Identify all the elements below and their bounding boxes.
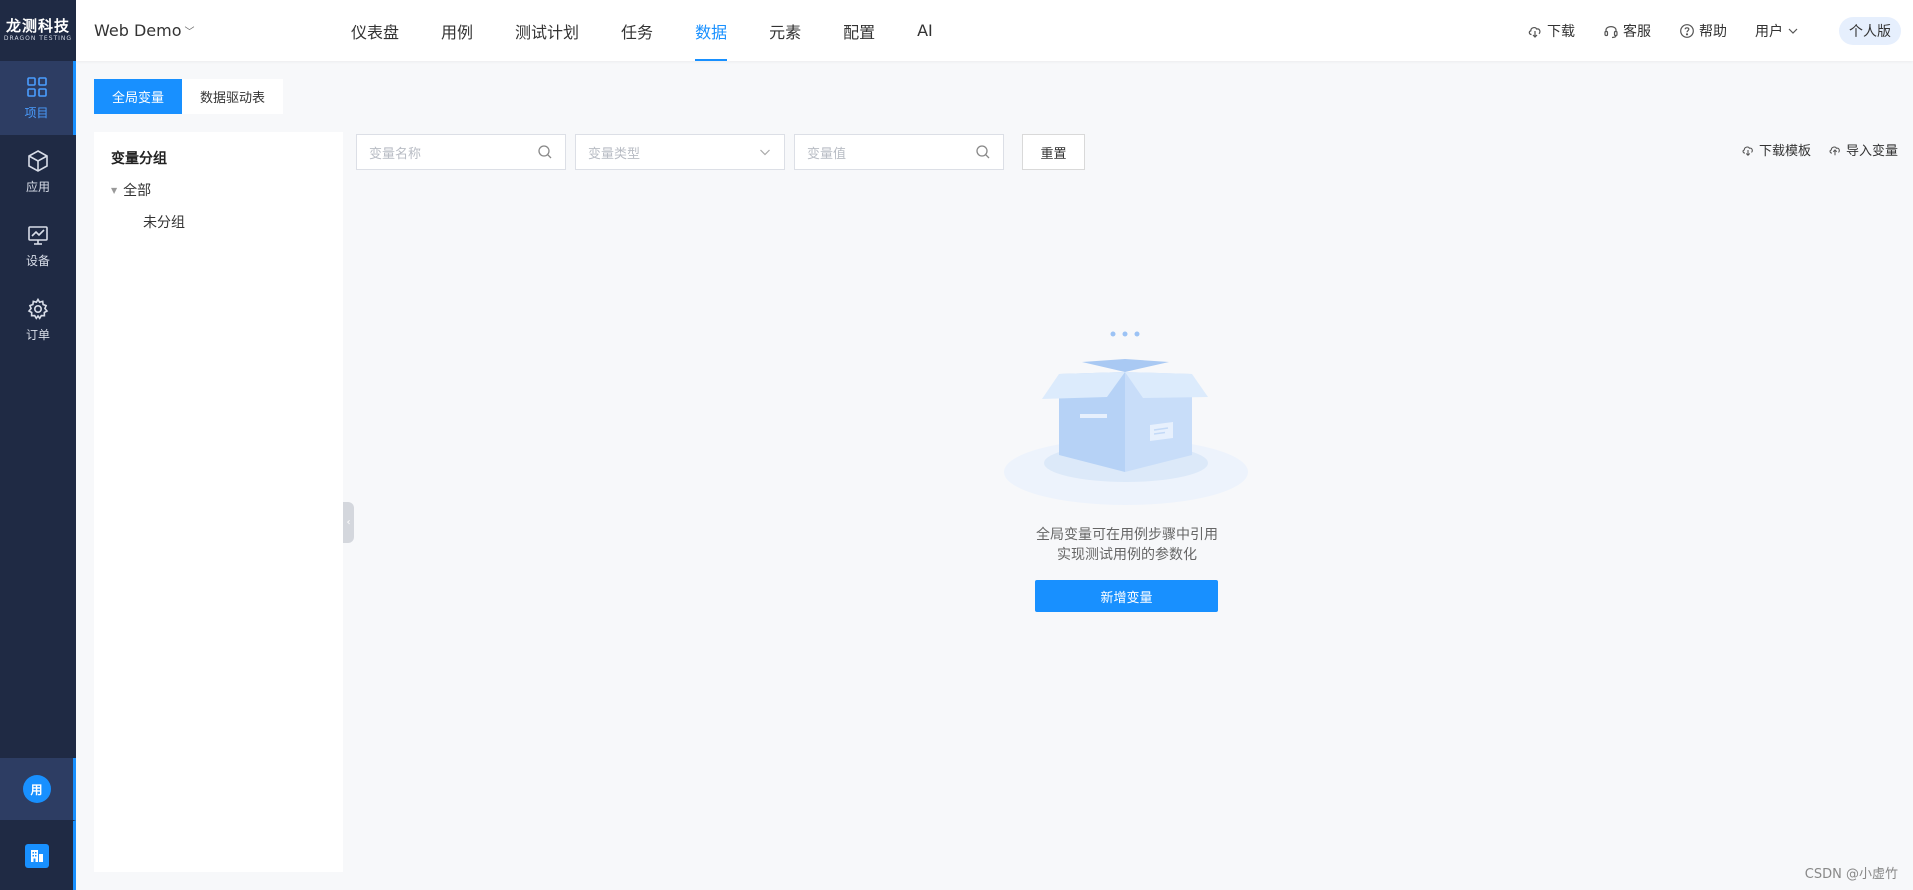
user-menu[interactable]: 用户 (1755, 21, 1803, 41)
empty-line-2: 实现测试用例的参数化 (1057, 547, 1197, 563)
cloud-download-icon (1742, 146, 1753, 156)
building-icon (24, 843, 49, 868)
watermark: CSDN @小虚竹 (1804, 867, 1898, 882)
project-selector[interactable]: Web Demo ﹀ (94, 0, 195, 61)
download-label: 下载 (1547, 23, 1575, 40)
service-button[interactable]: 客服 (1603, 21, 1651, 41)
monitor-icon (28, 226, 48, 245)
empty-description: 全局变量可在用例步骤中引用 实现测试用例的参数化 (1000, 525, 1254, 565)
empty-line-1: 全局变量可在用例步骤中引用 (1036, 527, 1218, 543)
nav-data[interactable]: 数据 (674, 0, 748, 61)
tree-node-ungrouped[interactable]: 未分组 (143, 212, 185, 232)
gear-icon (27, 297, 49, 320)
tab-data-driven-table[interactable]: 数据驱动表 (182, 79, 284, 114)
header-tools: 下载 客服 帮助 用户 个人版 (1499, 0, 1901, 61)
question-circle-icon (1680, 23, 1694, 38)
tree-node-all[interactable]: ▼ 全部 (111, 180, 151, 200)
chevron-down-icon (760, 149, 770, 156)
help-button[interactable]: 帮助 (1679, 21, 1727, 41)
service-label: 客服 (1623, 23, 1651, 40)
cube-icon (28, 150, 48, 172)
group-panel-title: 变量分组 (111, 151, 167, 167)
cloud-upload-icon (1829, 146, 1840, 155)
headset-icon (1604, 25, 1618, 38)
user-label: 用户 (1755, 23, 1783, 40)
nav-test-plan[interactable]: 测试计划 (494, 0, 600, 61)
nav-ai[interactable]: AI (896, 0, 954, 61)
variable-actions: 下载模板 导入变量 (1724, 140, 1898, 159)
search-icon[interactable] (537, 144, 553, 160)
left-rail: 龙测科技 DRAGON TESTING 项目 应用 设备 订单 用 (0, 0, 76, 890)
rail-bottom: 用 (0, 758, 76, 890)
tab-global-variables[interactable]: 全局变量 (94, 79, 183, 114)
logo-subtext: DRAGON TESTING (3, 35, 73, 42)
variable-value-search[interactable]: 变量值 (794, 134, 1004, 170)
search-icon[interactable] (975, 144, 991, 160)
avatar: 用 (22, 775, 51, 803)
variable-name-search[interactable]: 变量名称 (356, 134, 566, 170)
add-variable-button[interactable]: 新增变量 (1035, 580, 1218, 612)
download-button[interactable]: 下载 (1527, 21, 1575, 41)
nav-dashboard[interactable]: 仪表盘 (330, 0, 420, 61)
organization-button[interactable] (0, 820, 76, 890)
collapse-panel-handle[interactable]: ‹ (343, 502, 354, 543)
logo-text: 龙测科技 (5, 17, 70, 35)
nav-cases[interactable]: 用例 (420, 0, 494, 61)
cloud-download-icon (1528, 26, 1541, 38)
logo[interactable]: 龙测科技 DRAGON TESTING (0, 0, 76, 61)
import-variables-label: 导入变量 (1845, 144, 1898, 159)
rail-item-label: 订单 (25, 328, 50, 342)
nav-tasks[interactable]: 任务 (600, 0, 674, 61)
search-input[interactable]: 变量值 (807, 143, 975, 162)
main-nav: 仪表盘 用例 测试计划 任务 数据 元素 配置 AI (330, 0, 954, 61)
rail-item-label: 应用 (25, 180, 50, 194)
sub-tabs: 全局变量 数据驱动表 (94, 79, 284, 114)
nav-elements[interactable]: 元素 (748, 0, 822, 61)
rail-item-device[interactable]: 设备 (0, 209, 76, 283)
user-avatar-button[interactable]: 用 (0, 758, 76, 820)
help-label: 帮助 (1699, 23, 1727, 40)
variable-group-panel: 变量分组 ▼ 全部 未分组 (94, 132, 343, 872)
download-template-label: 下载模板 (1758, 144, 1811, 159)
rail-item-order[interactable]: 订单 (0, 283, 76, 357)
rail-item-label: 设备 (25, 254, 50, 268)
grid-icon (26, 77, 47, 97)
select-placeholder: 变量类型 (588, 146, 641, 162)
rail-item-app[interactable]: 应用 (0, 135, 76, 209)
download-template-button[interactable]: 下载模板 (1741, 140, 1811, 159)
nav-config[interactable]: 配置 (822, 0, 896, 61)
project-name: Web Demo (94, 21, 182, 40)
plan-badge[interactable]: 个人版 (1839, 16, 1901, 45)
search-input[interactable]: 变量名称 (369, 143, 537, 162)
variable-type-select[interactable]: 变量类型 (575, 134, 785, 170)
rail-item-project[interactable]: 项目 (0, 61, 76, 135)
import-variables-button[interactable]: 导入变量 (1828, 140, 1898, 159)
empty-box-illustration (1004, 331, 1248, 505)
tree-node-label: 全部 (123, 183, 152, 199)
top-header: Web Demo ﹀ 仪表盘 用例 测试计划 任务 数据 元素 配置 AI 下载… (76, 0, 1913, 61)
chevron-down-icon: ﹀ (184, 27, 195, 38)
caret-down-icon[interactable]: ▼ (111, 186, 117, 195)
rail-item-label: 项目 (24, 106, 49, 120)
chevron-down-icon (1788, 28, 1798, 34)
reset-button[interactable]: 重置 (1022, 134, 1085, 170)
